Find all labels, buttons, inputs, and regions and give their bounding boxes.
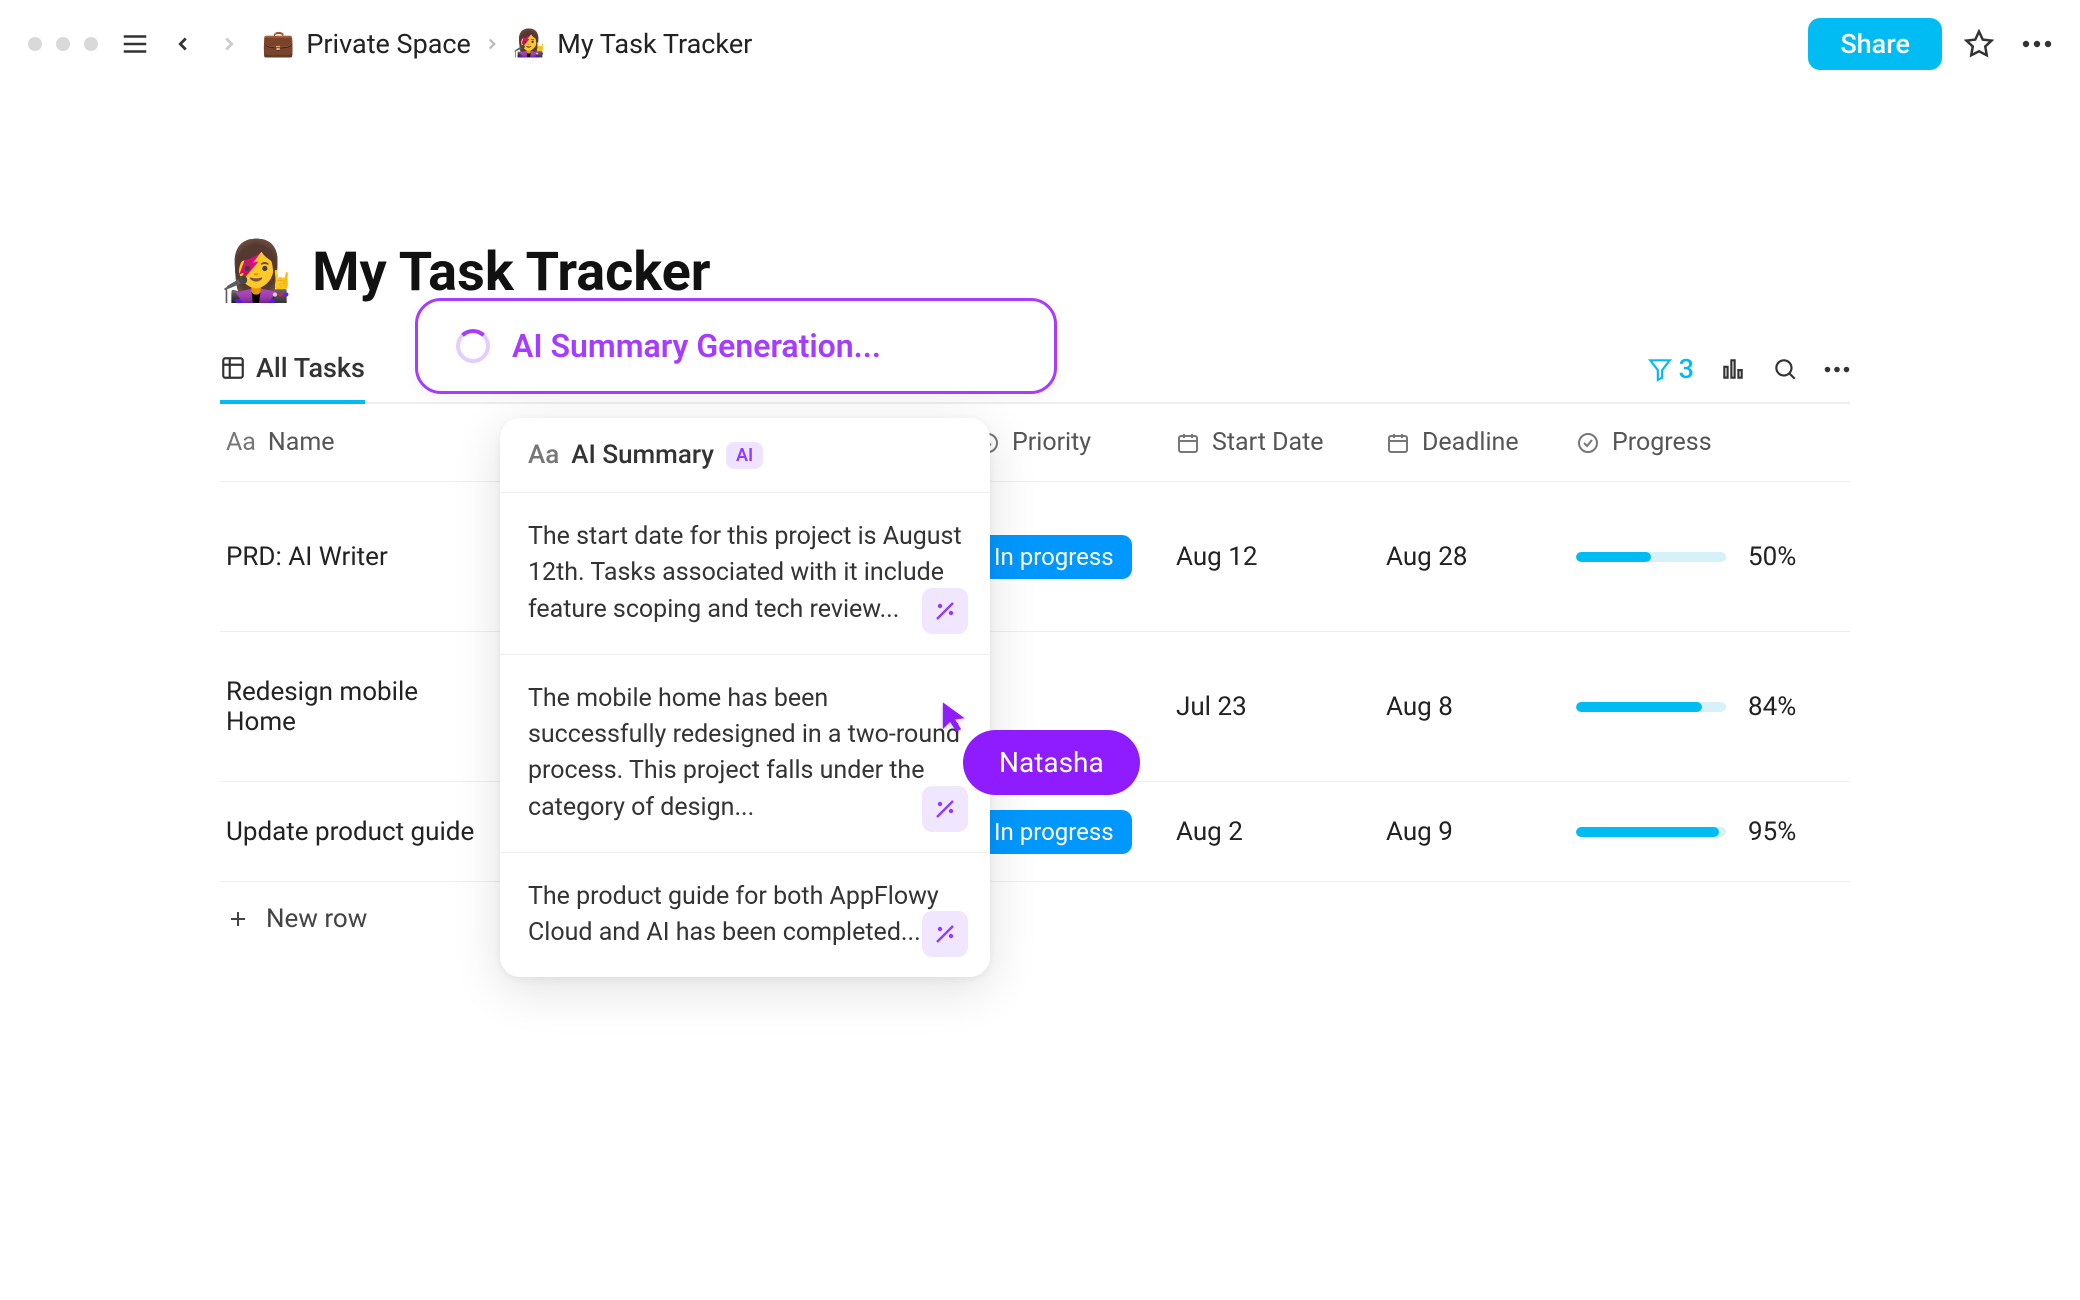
search-icon[interactable]: [1772, 356, 1798, 382]
cell-progress[interactable]: 84%: [1570, 692, 1840, 722]
progress-label: 50%: [1748, 542, 1796, 572]
table-row[interactable]: PRD: AI Writer In progress Aug 12 Aug 28…: [220, 482, 1850, 632]
status-badge: In progress: [976, 535, 1132, 579]
menu-icon[interactable]: [120, 29, 150, 59]
ai-generation-banner: AI Summary Generation...: [415, 298, 1057, 394]
nav-arrows: [172, 33, 240, 55]
window-minimize-icon[interactable]: [56, 37, 70, 51]
cell-start[interactable]: Jul 23: [1170, 692, 1380, 722]
cell-name[interactable]: Update product guide: [220, 817, 500, 847]
cell-deadline[interactable]: Aug 8: [1380, 692, 1570, 722]
text-icon: Aa: [226, 428, 256, 457]
tab-all-tasks[interactable]: All Tasks: [220, 336, 365, 404]
window-controls: [28, 37, 98, 51]
nav-forward-icon[interactable]: [218, 33, 240, 55]
progress-bar: [1576, 827, 1726, 837]
col-deadline[interactable]: Deadline: [1380, 428, 1570, 457]
filter-icon: [1647, 356, 1673, 382]
cell-deadline[interactable]: Aug 9: [1380, 817, 1570, 847]
ai-panel-title: AI Summary: [571, 440, 714, 470]
col-priority[interactable]: Priority: [970, 428, 1170, 457]
magic-wand-icon[interactable]: [922, 786, 968, 832]
grid-icon: [220, 355, 246, 381]
cursor-icon: [940, 700, 970, 734]
new-row-button[interactable]: New row: [220, 882, 1850, 956]
star-icon[interactable]: [1964, 29, 1994, 59]
calendar-icon: [1386, 431, 1410, 455]
ai-summary-item[interactable]: The start date for this project is Augus…: [500, 492, 990, 654]
plus-icon: [226, 907, 250, 931]
table-row[interactable]: Update product guide In progress Aug 2 A…: [220, 782, 1850, 882]
breadcrumb-page-icon: 👩‍🎤: [513, 29, 545, 59]
collaborator-label: Natasha: [963, 730, 1140, 795]
cell-progress[interactable]: 95%: [1570, 817, 1840, 847]
progress-label: 84%: [1748, 692, 1796, 722]
spinner-icon: [456, 329, 490, 363]
collaborator-cursor: [940, 700, 970, 734]
chevron-right-icon: [483, 35, 501, 53]
breadcrumb-space[interactable]: Private Space: [306, 28, 471, 60]
more-icon[interactable]: [1824, 366, 1850, 373]
progress-bar: [1576, 702, 1726, 712]
col-name[interactable]: Aa Name: [220, 428, 500, 457]
window-close-icon[interactable]: [28, 37, 42, 51]
breadcrumb-page[interactable]: My Task Tracker: [557, 28, 752, 60]
page-title[interactable]: My Task Tracker: [312, 241, 710, 304]
topbar: 💼 Private Space 👩‍🎤 My Task Tracker Shar…: [0, 0, 2080, 88]
breadcrumb: 💼 Private Space 👩‍🎤 My Task Tracker: [262, 28, 752, 60]
ai-banner-text: AI Summary Generation...: [512, 327, 881, 365]
filter-button[interactable]: 3: [1647, 353, 1694, 385]
magic-wand-icon[interactable]: [922, 588, 968, 634]
ai-badge: AI: [726, 442, 763, 469]
cell-progress[interactable]: 50%: [1570, 542, 1840, 572]
ai-panel-header: Aa AI Summary AI: [500, 418, 990, 492]
cell-priority[interactable]: In progress: [970, 810, 1170, 854]
cell-start[interactable]: Aug 12: [1170, 542, 1380, 572]
share-button[interactable]: Share: [1808, 18, 1942, 70]
settings-icon[interactable]: [1720, 356, 1746, 382]
page-emoji-icon[interactable]: 👩‍🎤: [220, 238, 292, 306]
calendar-icon: [1176, 431, 1200, 455]
cell-name[interactable]: Redesign mobile Home: [220, 677, 500, 737]
progress-bar: [1576, 552, 1726, 562]
cell-name[interactable]: PRD: AI Writer: [220, 542, 500, 572]
tasks-table: Aa Name Priority Start Date Deadline Pro…: [220, 404, 1850, 956]
window-maximize-icon[interactable]: [84, 37, 98, 51]
breadcrumb-space-icon: 💼: [262, 29, 294, 59]
ai-summary-item[interactable]: The mobile home has been successfully re…: [500, 654, 990, 852]
ai-summary-panel: Aa AI Summary AI The start date for this…: [500, 418, 990, 977]
more-icon[interactable]: [2022, 40, 2052, 48]
progress-icon: [1576, 431, 1600, 455]
progress-label: 95%: [1748, 817, 1796, 847]
col-progress[interactable]: Progress: [1570, 428, 1840, 457]
cell-start[interactable]: Aug 2: [1170, 817, 1380, 847]
cell-deadline[interactable]: Aug 28: [1380, 542, 1570, 572]
text-icon: Aa: [528, 440, 559, 470]
tab-label: All Tasks: [256, 352, 365, 384]
col-start-date[interactable]: Start Date: [1170, 428, 1380, 457]
ai-summary-item[interactable]: The product guide for both AppFlowy Clou…: [500, 852, 990, 978]
nav-back-icon[interactable]: [172, 33, 194, 55]
status-badge: In progress: [976, 810, 1132, 854]
page-content: 👩‍🎤 My Task Tracker All Tasks 3: [0, 88, 2080, 956]
table-header-row: Aa Name Priority Start Date Deadline Pro…: [220, 404, 1850, 482]
cell-priority[interactable]: In progress: [970, 535, 1170, 579]
magic-wand-icon[interactable]: [922, 911, 968, 957]
filter-count: 3: [1679, 353, 1694, 385]
